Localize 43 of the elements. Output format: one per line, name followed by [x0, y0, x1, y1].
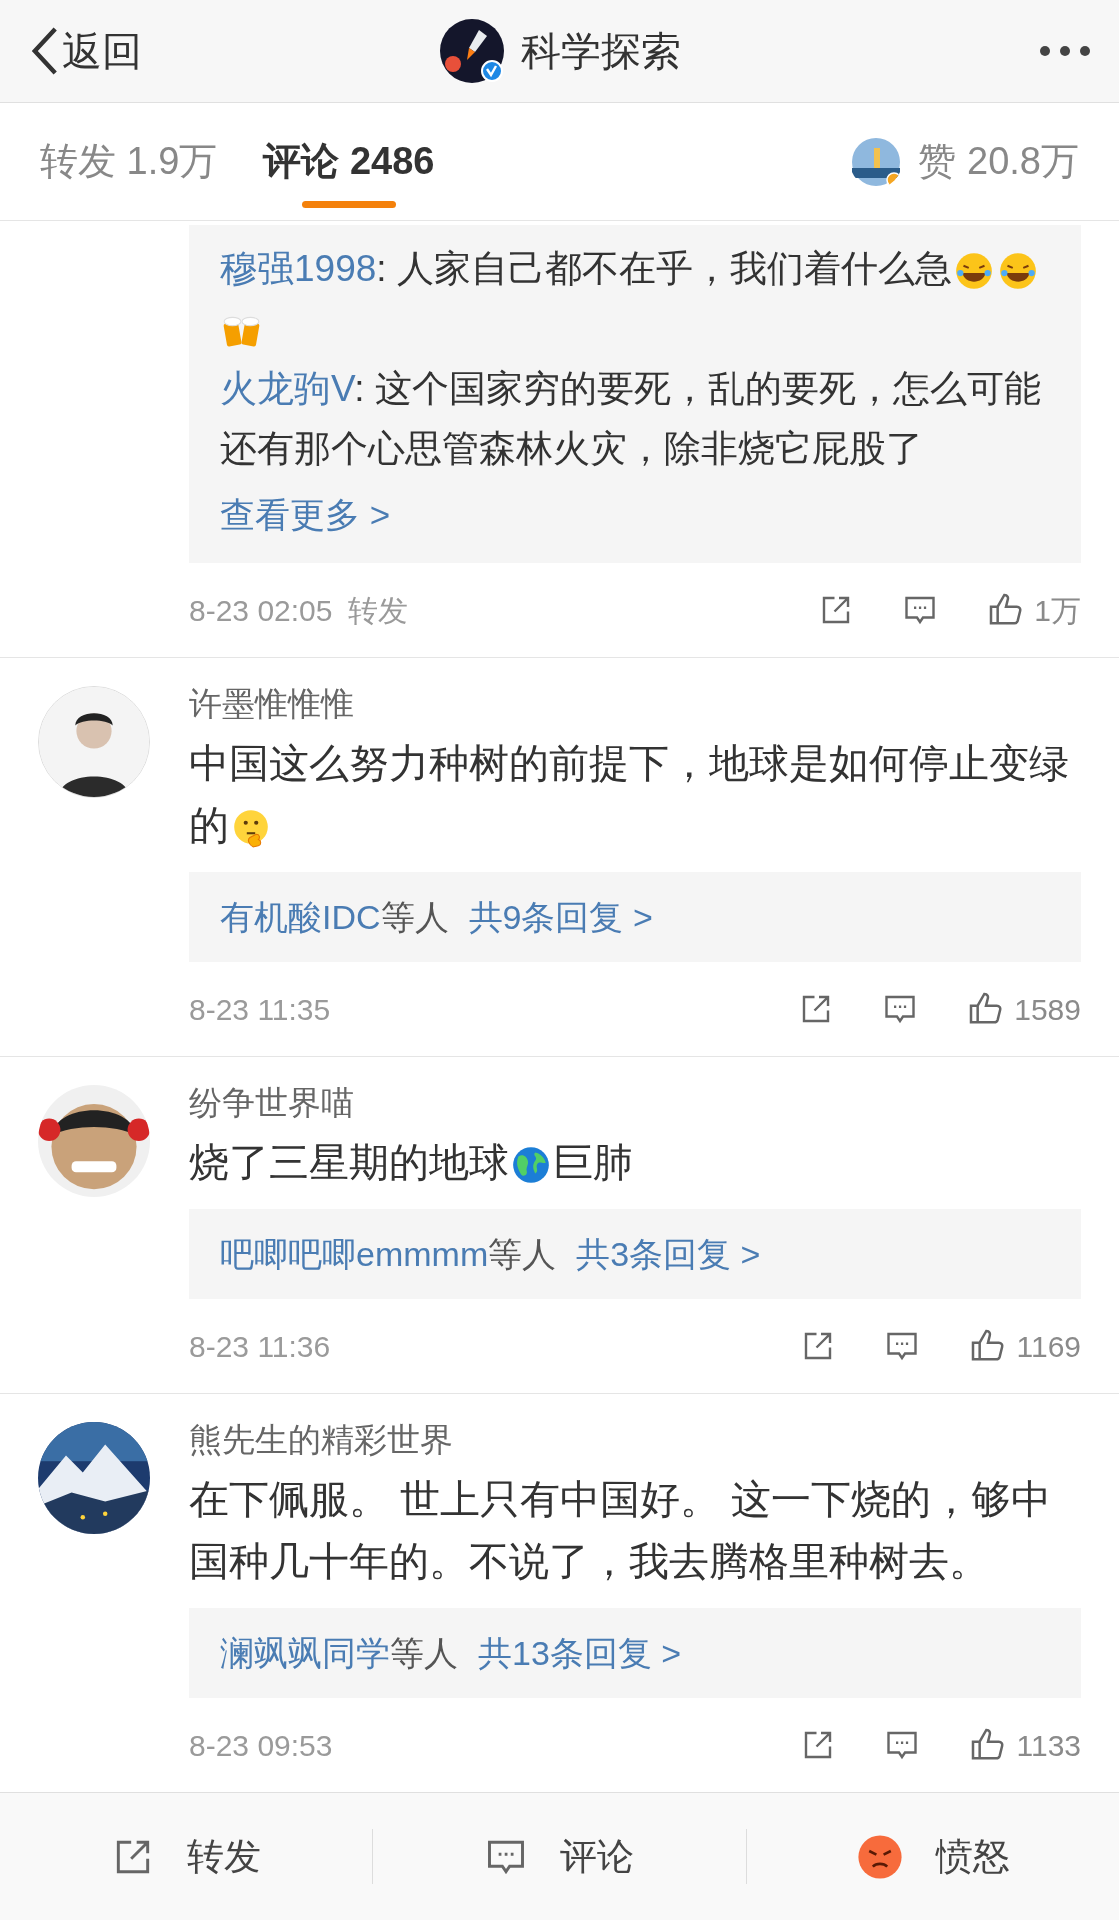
commenter-name[interactable]: 许墨惟惟惟 [189, 682, 1081, 726]
others-label: 等人 [488, 1233, 557, 1275]
reply-text: 火龙驹V: 这个国家穷的要死，乱的要死，怎么可能还有那个心思管森林火灾，除非烧它屁股了 [220, 367, 1042, 471]
tab[interactable]: 评论 2486 [263, 103, 435, 220]
commenter-name[interactable]: 熊先生的精彩世界 [189, 1418, 1081, 1462]
others-label: 等人 [380, 896, 449, 938]
like-count: 1169 [1016, 1328, 1081, 1365]
reply-user-link[interactable]: 有机酸IDC [220, 891, 381, 943]
tab[interactable]: 转发 1.9万 [40, 103, 218, 220]
more-icon[interactable] [1039, 45, 1091, 57]
comment-time: 8-23 11:36 [189, 1328, 331, 1365]
repost-link[interactable]: 转发 [348, 587, 409, 633]
comment-time: 8-23 11:35 [189, 991, 331, 1028]
reply-user-link[interactable]: 吧唧吧唧emmmm [220, 1228, 489, 1280]
reply-count-link[interactable]: 共9条回复 > [468, 891, 653, 943]
see-more-link[interactable]: 查看更多 > [220, 483, 1050, 547]
likes-tab[interactable]: 赞 20.8万 [918, 133, 1079, 190]
others-label: 等人 [390, 1632, 458, 1674]
page-title: 科学探索 [520, 28, 681, 75]
back-button[interactable]: 返回 [28, 21, 142, 81]
like-count: 1133 [1016, 1727, 1081, 1764]
reply-user-link[interactable]: 穆强1998 [220, 248, 377, 289]
angry-emoji-icon[interactable] [855, 1832, 904, 1881]
bottom-action-button[interactable]: 愤怒 [855, 1828, 1010, 1885]
bottom-action-button[interactable]: 转发 [111, 1828, 262, 1885]
reply-user-link[interactable]: 澜飒飒同学 [220, 1627, 390, 1679]
reply-summary[interactable]: 澜飒飒同学等人 共13条回复 > [189, 1608, 1081, 1698]
comment-text: 在下佩服。 世上只有中国好。 这一下烧的，够中国种几十年的。不说了，我去腾格里种树去。 [189, 1476, 1053, 1585]
like-count: 1万 [1034, 592, 1081, 629]
reply-user-link[interactable]: 火龙驹V [220, 368, 355, 409]
reply-count-link[interactable]: 共13条回复 > [478, 1627, 682, 1679]
comment-time: 8-23 02:05 [189, 592, 333, 629]
reply-text: 穆强1998: 人家自己都不在乎，我们着什么急 [220, 239, 1050, 359]
bottom-action-button[interactable]: 评论 [484, 1828, 635, 1885]
logo-icon [438, 18, 505, 84]
commenter-name[interactable]: 纷争世界喵 [189, 1081, 1081, 1125]
comment-time: 8-23 09:53 [189, 1727, 333, 1764]
like-count: 1589 [1014, 991, 1081, 1028]
comment-text: 烧了三星期的地球 巨肺 [189, 1131, 1081, 1193]
reply-summary[interactable]: 有机酸IDC等人 共9条回复 > [189, 872, 1081, 962]
reply-summary[interactable]: 吧唧吧唧emmmm等人 共3条回复 > [189, 1209, 1081, 1299]
comment-text: 中国这么努力种树的前提下，地球是如何停止变绿的 [189, 732, 1081, 856]
reply-count-link[interactable]: 共3条回复 > [576, 1228, 761, 1280]
